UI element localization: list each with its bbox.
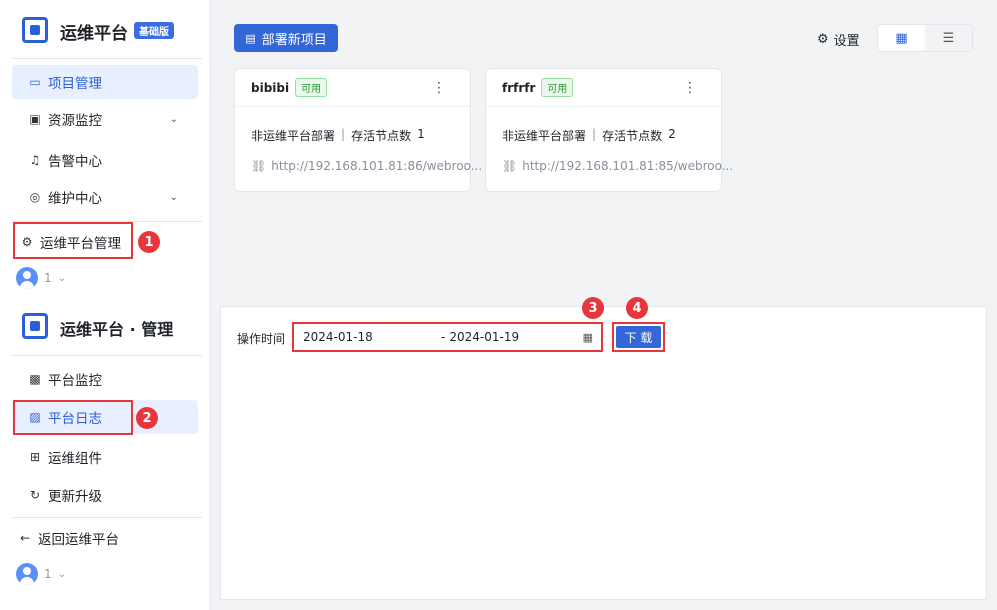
menu-label: 项目管理	[48, 76, 102, 92]
divider	[12, 58, 202, 59]
bell-icon: ♫	[29, 153, 41, 167]
project-icon: ▭	[29, 75, 41, 89]
menu-item-project[interactable]: ▭ 项目管理	[12, 65, 198, 99]
highlight-box	[13, 400, 133, 435]
back-to-platform-link[interactable]: ← 返回运维平台	[12, 521, 198, 555]
callout-badge: 4	[626, 297, 648, 319]
project-card[interactable]: bibibi 可用 ⋮ 非运维平台部署 | 存活节点数 1 ⛓ http://1…	[234, 68, 482, 192]
link-icon: ⛓	[251, 159, 267, 173]
status-badge: 可用	[541, 78, 574, 97]
more-menu-icon[interactable]: ⋮	[432, 80, 446, 96]
menu-label: 告警中心	[48, 154, 102, 170]
callout-badge: 1	[138, 231, 160, 253]
update-icon: ↻	[29, 488, 41, 502]
link-icon: ⛓	[502, 159, 518, 173]
menu-item-resource-monitor[interactable]: ▣ 资源监控 ⌄	[12, 102, 198, 136]
menu-item-components[interactable]: ⊞ 运维组件	[12, 440, 198, 474]
arrow-left-icon: ←	[19, 531, 31, 545]
list-view-icon[interactable]: ☰	[925, 25, 972, 51]
brand-title: 运维平台 · 管理	[60, 320, 174, 339]
gear-icon: ⚙	[817, 32, 829, 47]
deploy-type: 非运维平台部署	[251, 129, 336, 143]
user-menu[interactable]: 1 ⌄	[16, 563, 66, 585]
deploy-type: 非运维平台部署	[502, 129, 587, 143]
project-meta: 非运维平台部署 | 存活节点数 2	[502, 127, 676, 144]
nodes-count: 2	[668, 127, 676, 141]
divider	[12, 355, 202, 356]
project-url: http://192.168.101.81:85/webroo...	[522, 159, 734, 173]
admin-sidebar: 运维平台 · 管理 ▩ 平台监控 ▨ 平台日志 ⊞ 运维组件 ↻ 更新升级 ← …	[0, 296, 211, 610]
user-name: 1	[44, 271, 52, 285]
menu-item-platform-monitor[interactable]: ▩ 平台监控	[12, 362, 198, 396]
date-range-picker[interactable]: 2024-01-18 - 2024-01-19 ▦	[292, 322, 603, 352]
project-card[interactable]: frfrfr 可用 ⋮ 非运维平台部署 | 存活节点数 2 ⛓ http://1…	[485, 68, 733, 192]
menu-label: 平台监控	[48, 373, 102, 389]
edition-badge: 基础版	[134, 22, 174, 39]
logo-icon	[22, 313, 48, 339]
project-link[interactable]: ⛓ http://192.168.101.81:85/webroo...	[502, 159, 733, 173]
nodes-count: 1	[417, 127, 425, 141]
avatar	[16, 563, 38, 585]
grid-view-icon[interactable]: ▦	[878, 25, 925, 51]
settings-label: 设置	[833, 34, 860, 49]
project-link[interactable]: ⛓ http://192.168.101.81:86/webroo...	[251, 159, 482, 173]
start-date[interactable]: 2024-01-18	[303, 330, 441, 344]
menu-item-maintenance[interactable]: ◎ 维护中心 ⌄	[12, 180, 198, 214]
menu-label: 维护中心	[48, 191, 102, 207]
project-name: bibibi	[251, 80, 290, 95]
callout-badge: 3	[582, 297, 604, 319]
view-toggle: ▦ ☰	[877, 24, 973, 52]
project-meta: 非运维平台部署 | 存活节点数 1	[251, 127, 425, 144]
platform-monitor-icon: ▩	[29, 372, 41, 386]
chevron-down-icon: ⌄	[169, 113, 178, 125]
avatar	[16, 267, 38, 289]
chevron-down-icon: ⌄	[57, 272, 67, 284]
chevron-down-icon: ⌄	[57, 568, 67, 580]
calendar-icon[interactable]: ▦	[583, 331, 593, 344]
chevron-down-icon: ⌄	[169, 191, 178, 203]
highlight-box: 下 载	[612, 322, 665, 352]
divider	[12, 517, 202, 518]
nodes-label: 存活节点数	[351, 129, 412, 143]
brand-title: 运维平台	[60, 24, 128, 44]
project-name: frfrfr	[502, 80, 536, 95]
time-label: 操作时间	[237, 332, 286, 346]
maintenance-icon: ◎	[29, 190, 41, 204]
menu-label: 运维组件	[48, 451, 102, 467]
meta-separator: |	[592, 127, 597, 141]
settings-button[interactable]: ⚙ 设置	[817, 30, 860, 49]
user-menu[interactable]: 1 ⌄	[16, 267, 66, 289]
end-date[interactable]: 2024-01-19	[449, 330, 582, 344]
menu-label: 更新升级	[48, 489, 102, 505]
logo-icon	[22, 17, 48, 43]
menu-item-update[interactable]: ↻ 更新升级	[12, 478, 198, 512]
deploy-project-button[interactable]: ▤ 部署新项目	[234, 24, 338, 52]
menu-label: 资源监控	[48, 113, 102, 129]
download-button[interactable]: 下 载	[616, 326, 661, 348]
menu-item-alerts[interactable]: ♫ 告警中心	[12, 143, 198, 177]
nodes-label: 存活节点数	[602, 129, 663, 143]
callout-badge: 2	[136, 407, 158, 429]
project-url: http://192.168.101.81:86/webroo...	[271, 159, 483, 173]
highlight-box	[13, 222, 133, 259]
user-name: 1	[44, 567, 52, 581]
meta-separator: |	[341, 127, 346, 141]
deploy-label: 部署新项目	[261, 32, 327, 48]
back-label: 返回运维平台	[38, 532, 119, 548]
server-icon: ▤	[245, 31, 256, 45]
more-menu-icon[interactable]: ⋮	[683, 80, 697, 96]
components-icon: ⊞	[29, 450, 41, 464]
range-separator: -	[441, 330, 446, 344]
monitor-icon: ▣	[29, 112, 41, 126]
status-badge: 可用	[295, 78, 328, 97]
